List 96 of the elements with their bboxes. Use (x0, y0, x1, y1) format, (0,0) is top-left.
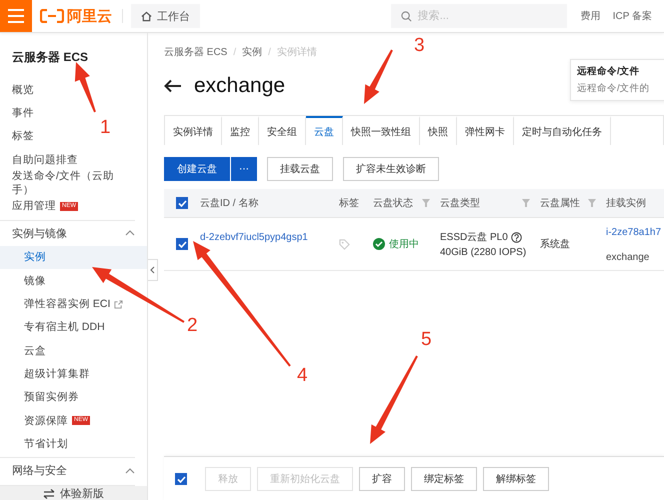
breadcrumb-separator: / (268, 46, 271, 58)
breadcrumb-separator: / (233, 46, 236, 58)
breadcrumb-item[interactable]: 实例 (242, 45, 262, 59)
home-icon (141, 10, 152, 22)
popover-title: 远程命令/文件 (577, 65, 641, 78)
popover-text: 远程命令/文件的 (577, 82, 651, 95)
checkbox[interactable] (176, 197, 188, 209)
sidebar-item-label: 云盒 (24, 344, 46, 358)
collapse-button[interactable] (148, 259, 158, 281)
sidebar-item-label: 节省计划 (24, 436, 68, 451)
help-icon[interactable] (510, 232, 522, 242)
sidebar-item-label: 镜像 (24, 274, 46, 288)
disk-id-link[interactable]: d-2zebvf7iucl5pyp4gsp1 (200, 232, 308, 243)
new-version-button[interactable]: 体验新版 (0, 486, 147, 500)
action-button[interactable]: 扩容 (359, 467, 405, 491)
chevron-icon (125, 468, 135, 474)
tab[interactable]: 监控 (222, 116, 259, 145)
instance-id-link[interactable]: i-2ze78a1h7 (606, 227, 662, 238)
sidebar-item-label: 资源保障 (24, 414, 68, 428)
search-icon (400, 11, 412, 22)
sidebar-item[interactable]: 事件 (0, 101, 38, 125)
sidebar-item-label: 自助问题排查 (12, 152, 78, 167)
chevron-left-icon (150, 266, 155, 274)
sidebar-item[interactable]: 预留实例券 (0, 386, 83, 409)
sidebar-item[interactable]: 发送命令/文件（云助手） (0, 171, 135, 194)
logo-text: 阿里云 (67, 6, 112, 26)
sidebar-item[interactable]: 镜像 (0, 269, 50, 292)
tab[interactable]: 弹性网卡 (457, 116, 514, 145)
status-text: 使用中 (389, 238, 419, 251)
sidebar-item[interactable]: 超级计算集群 (0, 362, 94, 386)
disk-attribute: 系统盘 (540, 238, 570, 251)
toolbar-button[interactable]: 挂载云盘 (267, 157, 333, 181)
annotation-number: 2 (187, 316, 198, 335)
sidebar-item-label: 概览 (12, 82, 34, 97)
sidebar-item[interactable]: 自助问题排查 (0, 148, 82, 172)
sidebar-item[interactable]: 云盒 (0, 338, 50, 362)
top-link[interactable]: ICP 备案 (612, 9, 652, 23)
sidebar-item[interactable]: 标签 (0, 124, 38, 148)
tab[interactable]: 实例详情 (165, 116, 222, 145)
sidebar-item-label: 发送命令/文件（云助手） (12, 168, 115, 197)
action-button[interactable]: 绑定标签 (411, 467, 477, 491)
tab[interactable]: 快照 (420, 116, 457, 145)
top-link[interactable]: 费用 (580, 9, 601, 23)
breadcrumb-item[interactable]: 云服务器 ECS (164, 45, 228, 59)
annotation-number: 3 (414, 36, 425, 55)
sidebar-item-label: 超级计算集群 (24, 366, 90, 381)
workbench-button[interactable]: 工作台 (131, 4, 200, 28)
instance-name: exchange (606, 252, 650, 263)
column-header: 标签 (339, 196, 359, 210)
breadcrumb-item: 实例详情 (276, 46, 317, 59)
sidebar-item-label: 标签 (12, 129, 34, 144)
new-version-label: 体验新版 (60, 486, 104, 500)
sidebar-group[interactable]: 网络与安全 (0, 458, 135, 484)
back-arrow-icon[interactable] (164, 79, 182, 93)
page-title: exchange (194, 74, 286, 98)
sidebar-item-label: 专有宿主机 DDH (24, 320, 105, 334)
menu-icon (8, 9, 24, 23)
toolbar-button[interactable]: 扩容未生效诊断 (343, 157, 439, 181)
sidebar-item[interactable]: 实例 (0, 246, 147, 270)
logo-icon (40, 9, 64, 23)
action-button[interactable]: 解绑标签 (483, 467, 549, 491)
sidebar-item-label: 实例 (24, 250, 46, 264)
tab[interactable]: 安全组 (259, 116, 306, 145)
annotation-number: 5 (421, 330, 432, 349)
tab[interactable]: 定时与自动化任务 (514, 116, 611, 145)
sidebar-title: 云服务器 ECS (11, 49, 90, 66)
sidebar-item-label: 事件 (12, 106, 34, 120)
annotation-arrow (74, 62, 96, 112)
sidebar-item[interactable]: 节省计划 (0, 432, 72, 456)
checkbox[interactable] (175, 473, 187, 485)
sidebar-item-label: 应用管理 (12, 199, 56, 214)
column-header: 云盘属性 (540, 196, 580, 210)
search-field[interactable]: 搜索... (390, 4, 567, 28)
sidebar-group[interactable]: 实例与镜像 (0, 220, 135, 246)
sidebar-item[interactable]: 概览 (0, 78, 38, 102)
toolbar-button[interactable]: 创建云盘 (164, 157, 230, 181)
sidebar-item[interactable]: 弹性容器实例 ECI (0, 292, 128, 316)
column-header: 云盘ID / 名称 (200, 197, 258, 210)
annotation-arrow (364, 50, 393, 104)
checkbox[interactable] (176, 238, 188, 250)
column-header: 云盘类型 (440, 196, 480, 210)
swap-icon (43, 488, 55, 499)
chevron-icon (125, 230, 135, 236)
column-header: 云盘状态 (373, 196, 413, 210)
sidebar-item-label: 预留实例券 (24, 390, 79, 404)
sidebar-item-label: 弹性容器实例 ECI (24, 297, 110, 312)
annotation-number: 4 (297, 366, 308, 385)
tab[interactable]: 快照一致性组 (343, 116, 420, 145)
annotation-number: 1 (100, 118, 111, 137)
more-button[interactable]: ⋯ (231, 157, 257, 181)
column-header: 挂载实例 (606, 196, 646, 210)
disk-spec: 40GiB (2280 IOPS) (440, 247, 526, 258)
disk-type: ESSD云盘 PL0 (440, 231, 508, 244)
sidebar-item[interactable]: 专有宿主机 DDH (0, 316, 109, 339)
menu-button[interactable] (0, 0, 32, 32)
tab[interactable]: 云盘 (306, 116, 343, 145)
